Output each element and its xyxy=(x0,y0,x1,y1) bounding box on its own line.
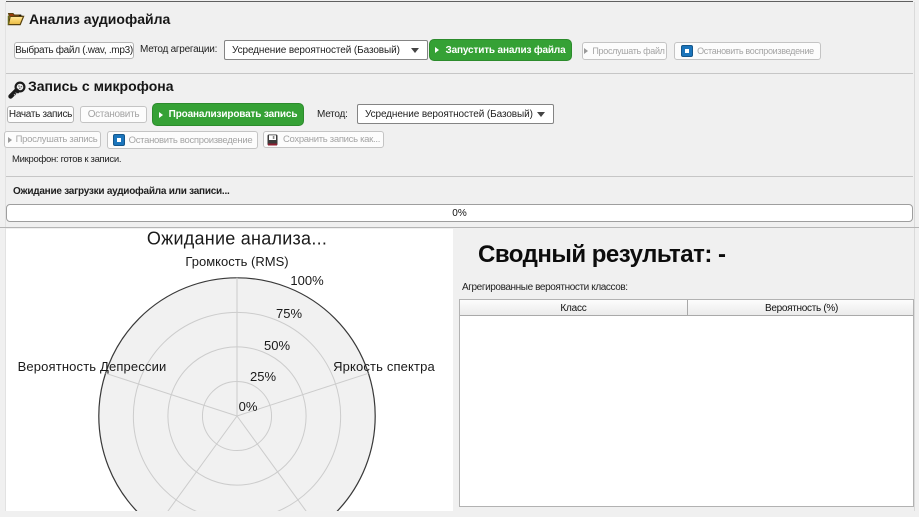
svg-text:25%: 25% xyxy=(250,369,276,384)
svg-text:Вероятность Депрессии: Вероятность Депрессии xyxy=(18,359,167,374)
svg-text:Громкость (RMS): Громкость (RMS) xyxy=(185,254,288,269)
svg-text:50%: 50% xyxy=(264,338,290,353)
svg-text:100%: 100% xyxy=(290,273,324,288)
svg-text:0%: 0% xyxy=(239,399,258,414)
svg-text:Яркость спектра: Яркость спектра xyxy=(333,359,435,374)
svg-text:Ожидание анализа...: Ожидание анализа... xyxy=(147,229,327,249)
svg-text:75%: 75% xyxy=(276,306,302,321)
